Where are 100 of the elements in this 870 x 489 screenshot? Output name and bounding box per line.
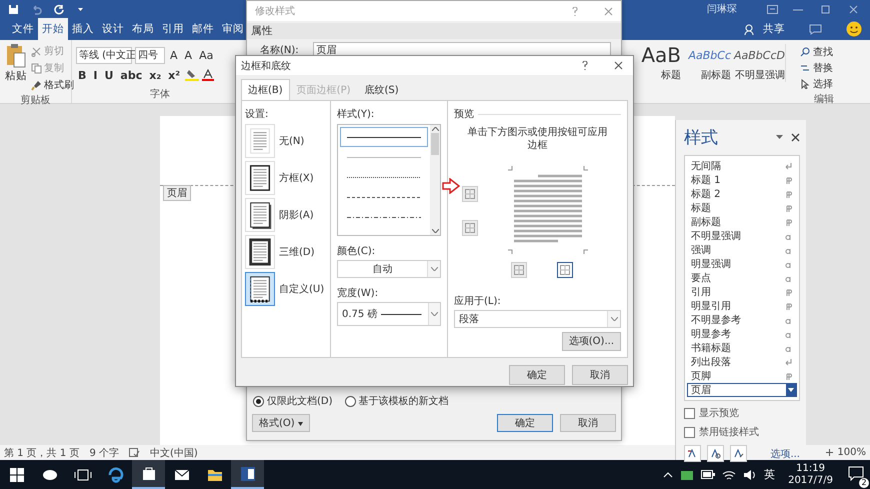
style-item[interactable]: 引用 — [687, 285, 797, 299]
color-dropdown[interactable]: 自动 — [337, 260, 441, 278]
ribbon-tab[interactable]: 设计 — [98, 18, 128, 40]
comment-icon[interactable] — [809, 24, 822, 34]
caret-icon[interactable] — [77, 6, 84, 12]
wifi-icon[interactable] — [722, 468, 736, 480]
style-item[interactable]: 列出段落 — [687, 355, 797, 369]
close-icon[interactable] — [791, 133, 800, 142]
smiley-icon[interactable] — [846, 21, 862, 37]
style-item[interactable]: 不明显参考 — [687, 313, 797, 327]
style-item[interactable]: 书籍标题 — [687, 341, 797, 355]
close-icon[interactable] — [614, 61, 623, 70]
style-item[interactable]: 要点 — [687, 271, 797, 285]
style-item[interactable]: 无间隔 — [687, 159, 797, 173]
format-button[interactable]: x² — [166, 68, 182, 82]
format-button[interactable]: B — [76, 68, 88, 82]
options-link[interactable]: 选项... — [770, 446, 800, 460]
zoom-in-icon[interactable] — [826, 449, 834, 456]
paste-button[interactable]: 粘贴 — [2, 43, 30, 93]
ok-button[interactable]: 确定 — [509, 365, 565, 385]
setting-option[interactable]: 方框(X) — [245, 161, 327, 195]
line-style-option[interactable] — [340, 127, 428, 147]
style-item[interactable]: 标题 2 — [687, 187, 797, 201]
manage-styles-icon[interactable] — [730, 445, 747, 462]
word-app-icon[interactable] — [231, 460, 264, 489]
style-item[interactable]: 强调 — [687, 243, 797, 257]
clock[interactable]: 11:19 2017/7/9 — [788, 462, 833, 486]
brush-button[interactable]: 格式刷 — [30, 77, 75, 93]
ok-button[interactable]: 确定 — [497, 414, 553, 432]
style-inspector-icon[interactable] — [707, 445, 724, 462]
border-button[interactable] — [557, 262, 573, 278]
dropdown-icon[interactable] — [786, 384, 796, 396]
store-app-icon[interactable] — [132, 460, 165, 489]
caret-icon[interactable] — [776, 135, 783, 140]
zoom-level[interactable]: 100% — [837, 447, 866, 458]
undo-icon[interactable] — [31, 4, 42, 14]
proofing-icon[interactable] — [129, 448, 140, 458]
style-gallery-item[interactable]: AaBbCcD 不明显强调 — [731, 42, 785, 103]
style-item[interactable]: 页脚 — [687, 369, 797, 383]
chevron-up-icon[interactable] — [663, 470, 674, 478]
caret-icon[interactable] — [610, 316, 618, 321]
security-icon[interactable] — [680, 468, 694, 480]
battery-icon[interactable] — [701, 470, 716, 479]
format-button[interactable]: U — [102, 68, 116, 82]
highlight-icon[interactable] — [185, 69, 200, 81]
setting-option[interactable]: 无(N) — [245, 124, 327, 158]
ribbon-tab[interactable]: 开始 — [38, 18, 68, 40]
dialog-tab[interactable]: 边框(B) — [241, 79, 290, 100]
style-item[interactable]: 副标题 — [687, 215, 797, 229]
font-size-button[interactable]: A — [168, 48, 180, 62]
cancel-button[interactable]: 取消 — [560, 414, 616, 432]
notification-icon[interactable] — [848, 466, 864, 480]
language-status[interactable]: 中文(中国) — [150, 446, 198, 460]
font-size-button[interactable]: A — [182, 48, 194, 62]
scroll-up-icon[interactable] — [432, 127, 438, 131]
setting-option[interactable]: 自定义(U) — [245, 272, 327, 306]
shadow-setting-icon[interactable] — [245, 198, 275, 232]
help-icon[interactable] — [582, 61, 588, 70]
format-button[interactable]: I — [91, 68, 100, 82]
ribbon-display-icon[interactable] — [767, 4, 778, 14]
style-gallery-item[interactable]: AaB 标题 — [635, 42, 681, 103]
format-button[interactable]: x₂ — [147, 68, 164, 82]
input-method[interactable]: 英 — [764, 467, 776, 482]
find-button[interactable]: 查找 — [800, 44, 860, 60]
box-setting-icon[interactable] — [245, 161, 275, 195]
radio-button[interactable] — [253, 396, 264, 406]
caret-icon[interactable] — [430, 267, 438, 271]
setting-option[interactable]: 阴影(A) — [245, 198, 327, 232]
format-button[interactable]: 格式(O) — [252, 414, 310, 432]
font-color-icon[interactable] — [202, 69, 214, 81]
raised-setting-icon[interactable] — [245, 235, 275, 269]
style-item[interactable]: 不明显强调 — [687, 229, 797, 243]
radio-button[interactable] — [344, 396, 356, 406]
checkbox[interactable] — [684, 408, 695, 418]
ribbon-tab[interactable]: 插入 — [68, 18, 98, 40]
new-style-icon[interactable] — [684, 445, 701, 462]
style-item[interactable]: 标题 — [687, 201, 797, 215]
style-gallery-item[interactable]: AaBbCc 副标题 — [681, 42, 731, 103]
ribbon-tab[interactable]: 引用 — [158, 18, 188, 40]
save-icon[interactable] — [8, 4, 19, 14]
volume-icon[interactable] — [743, 468, 758, 480]
replace-button[interactable]: 替换 — [800, 60, 860, 76]
ribbon-tab[interactable]: 审阅 — [218, 18, 248, 40]
custom-setting-icon[interactable] — [245, 272, 275, 306]
checkbox[interactable] — [684, 426, 695, 438]
ribbon-tab[interactable]: 文件 — [8, 18, 38, 40]
share-button[interactable]: 共享 — [763, 22, 785, 36]
setting-option[interactable]: 三维(D) — [245, 235, 327, 269]
options-button[interactable]: 选项(O)... — [562, 332, 621, 351]
cancel-button[interactable]: 取消 — [572, 365, 628, 385]
select-button[interactable]: 选择 — [800, 76, 860, 92]
caret-icon[interactable] — [430, 312, 438, 316]
style-item[interactable]: 页眉 — [687, 383, 797, 397]
scroll-thumb[interactable] — [431, 133, 439, 155]
ribbon-tab[interactable]: 布局 — [128, 18, 158, 40]
style-item[interactable]: 明显参考 — [687, 327, 797, 341]
style-item[interactable]: 明显强调 — [687, 257, 797, 271]
scroll-down-icon[interactable] — [432, 229, 438, 233]
style-item[interactable]: 标题 1 — [687, 173, 797, 187]
scrollbar[interactable] — [430, 125, 440, 235]
